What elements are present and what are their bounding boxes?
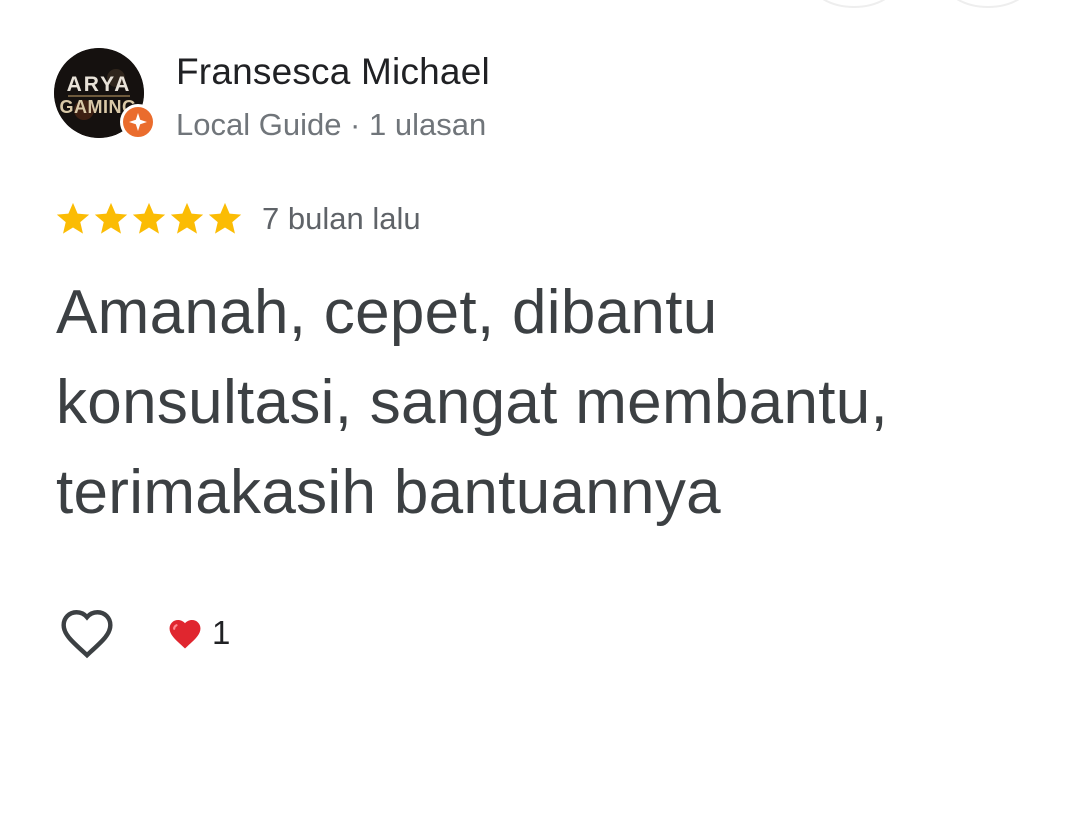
reaction-summary[interactable]: 1 [166, 614, 230, 652]
reviewer-meta: Local Guide · 1 ulasan [176, 107, 487, 142]
rating-row: 7 bulan lalu [54, 200, 421, 238]
star-icon [56, 202, 90, 234]
star-icon [132, 202, 166, 234]
heart-outline-icon [61, 610, 113, 659]
star-icon [170, 202, 204, 234]
review-text: Amanah, cepet, dibantu konsultasi, sanga… [56, 278, 889, 527]
review-actions: 1 [58, 606, 230, 660]
top-action-button-partial[interactable] [944, 0, 1032, 8]
reviewer-header: ARYA GAMING Fransesca Michael Local Guid… [54, 48, 490, 144]
review-card: ARYA GAMING Fransesca Michael Local Guid… [0, 0, 1080, 816]
star-icon [208, 202, 242, 234]
top-action-button-partial[interactable] [810, 0, 898, 8]
like-button[interactable] [58, 606, 116, 660]
reviewer-name[interactable]: Fransesca Michael [176, 50, 490, 94]
star-rating [54, 200, 244, 238]
local-guide-badge-icon [120, 104, 156, 140]
svg-text:ARYA: ARYA [67, 73, 132, 96]
star-icon [94, 202, 128, 234]
avatar[interactable]: ARYA GAMING [54, 48, 156, 140]
reviewer-info: Fransesca Michael Local Guide · 1 ulasan [176, 48, 490, 144]
reaction-count: 1 [212, 614, 231, 651]
review-time: 7 bulan lalu [262, 201, 421, 236]
red-heart-icon [169, 620, 201, 649]
